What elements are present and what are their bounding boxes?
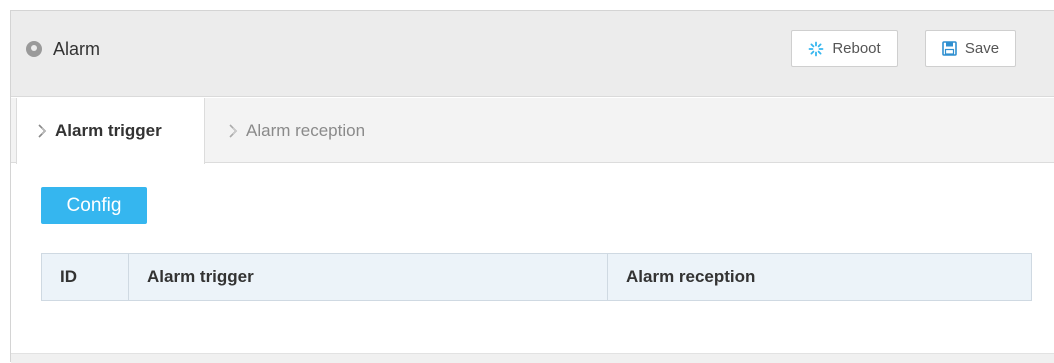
panel-title-text: Alarm bbox=[53, 38, 101, 59]
reboot-button[interactable]: Reboot bbox=[791, 30, 898, 67]
chevron-right-icon bbox=[37, 124, 49, 138]
chevron-right-icon bbox=[228, 124, 240, 138]
tab-alarm-trigger[interactable]: Alarm trigger bbox=[16, 98, 205, 164]
panel-header: Alarm Reboot Save bbox=[11, 11, 1054, 97]
column-header-id[interactable]: ID bbox=[42, 254, 129, 300]
save-button[interactable]: Save bbox=[925, 30, 1016, 67]
column-header-alarm-trigger[interactable]: Alarm trigger bbox=[129, 254, 608, 300]
location-pin-icon bbox=[25, 40, 43, 58]
panel-title: Alarm bbox=[25, 34, 100, 64]
alarm-panel: Alarm Reboot Save Alarm trigger Alarm re… bbox=[10, 10, 1054, 363]
tab-alarm-reception[interactable]: Alarm reception bbox=[228, 98, 365, 164]
tab-bar: Alarm trigger Alarm reception bbox=[11, 98, 1054, 164]
reboot-icon bbox=[808, 41, 824, 57]
save-label: Save bbox=[964, 40, 1000, 57]
tab-alarm-reception-label: Alarm reception bbox=[246, 121, 366, 140]
column-header-alarm-reception[interactable]: Alarm reception bbox=[608, 254, 1031, 300]
tab-alarm-trigger-label: Alarm trigger bbox=[55, 121, 162, 140]
config-button[interactable]: Config bbox=[41, 187, 147, 224]
reboot-label: Reboot bbox=[832, 40, 881, 57]
alarm-table: ID Alarm trigger Alarm reception bbox=[41, 253, 1032, 301]
save-icon bbox=[942, 41, 957, 56]
